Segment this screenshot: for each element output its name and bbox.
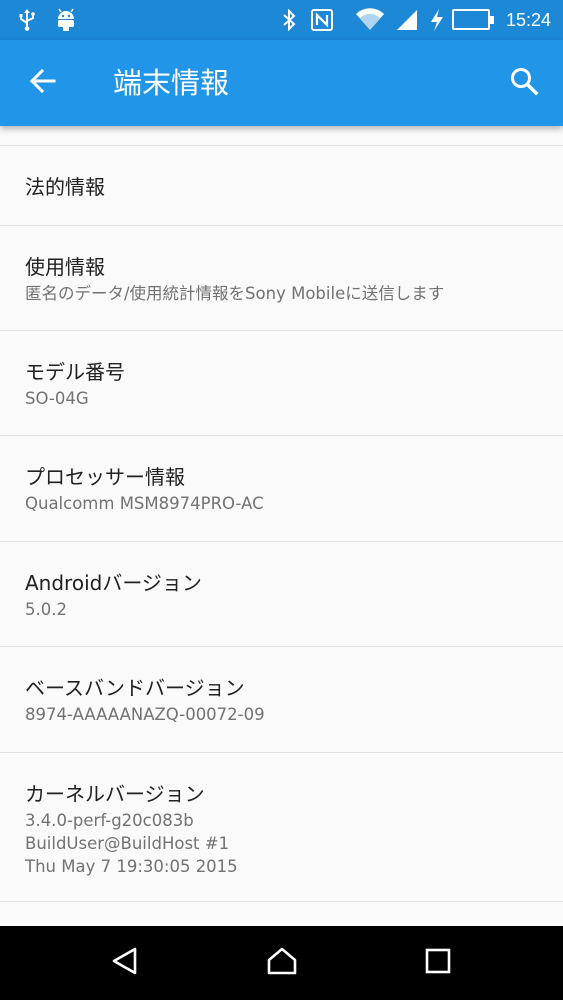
battery-indicator: 55% <box>452 9 494 30</box>
nav-recents-button[interactable] <box>408 938 468 988</box>
item-subtitle: 8974-AAAAANAZQ-00072-09 <box>25 705 265 724</box>
arrow-left-icon <box>29 67 57 99</box>
status-clock: 15:24 <box>505 10 551 30</box>
wifi-icon <box>354 8 386 32</box>
search-button[interactable] <box>499 59 549 107</box>
nfc-icon <box>309 8 335 32</box>
item-subtitle: 5.0.2 <box>25 600 67 619</box>
search-icon <box>509 66 539 100</box>
back-button[interactable] <box>18 59 68 107</box>
settings-list: 法的情報 使用情報 匿名のデータ/使用統計情報をSony Mobileに送信しま… <box>0 126 563 926</box>
item-subtitle: 匿名のデータ/使用統計情報をSony Mobileに送信します <box>25 284 445 303</box>
status-bar: 55% 15:24 <box>0 0 563 40</box>
item-title: 法的情報 <box>25 175 105 199</box>
navigation-bar <box>0 926 563 1000</box>
item-subtitle: 3.4.0-perf-g20c083b <box>25 811 194 830</box>
list-item-kernel-version[interactable]: カーネルバージョン 3.4.0-perf-g20c083b BuildUser@… <box>0 753 563 902</box>
item-subtitle: SO-04G <box>25 389 89 408</box>
list-item-legal[interactable]: 法的情報 <box>0 146 563 226</box>
item-title: プロセッサー情報 <box>25 465 185 489</box>
list-item-android-version[interactable]: Androidバージョン 5.0.2 <box>0 542 563 647</box>
battery-percent: 55% <box>457 12 485 27</box>
nav-recents-icon <box>424 947 452 979</box>
page-title: 端末情報 <box>113 66 230 100</box>
charging-icon <box>428 8 446 32</box>
item-title: モデル番号 <box>25 360 125 384</box>
item-title: カーネルバージョン <box>25 782 205 806</box>
list-item-baseband-version[interactable]: ベースバンドバージョン 8974-AAAAANAZQ-00072-09 <box>0 647 563 753</box>
item-subtitle: Qualcomm MSM8974PRO-AC <box>25 494 264 513</box>
list-item-model-number[interactable]: モデル番号 SO-04G <box>0 331 563 436</box>
nav-home-icon <box>265 946 299 980</box>
item-title: ベースバンドバージョン <box>25 676 245 700</box>
nav-home-button[interactable] <box>252 938 312 988</box>
list-item-processor[interactable]: プロセッサー情報 Qualcomm MSM8974PRO-AC <box>0 436 563 542</box>
item-subtitle: BuildUser@BuildHost #1 <box>25 834 230 853</box>
nav-back-button[interactable] <box>95 938 155 988</box>
item-subtitle: Thu May 7 19:30:05 2015 <box>25 857 238 876</box>
cell-signal-icon <box>394 8 420 32</box>
item-title: Androidバージョン <box>25 571 202 595</box>
android-debug-icon <box>54 8 78 32</box>
item-title: 使用情報 <box>25 255 105 279</box>
battery-tip <box>490 16 494 24</box>
nav-back-icon <box>110 946 140 980</box>
list-item-usage-info[interactable]: 使用情報 匿名のデータ/使用統計情報をSony Mobileに送信します <box>0 226 563 331</box>
app-bar: 端末情報 <box>0 40 563 126</box>
usb-icon <box>16 8 38 32</box>
bluetooth-icon <box>280 8 298 32</box>
